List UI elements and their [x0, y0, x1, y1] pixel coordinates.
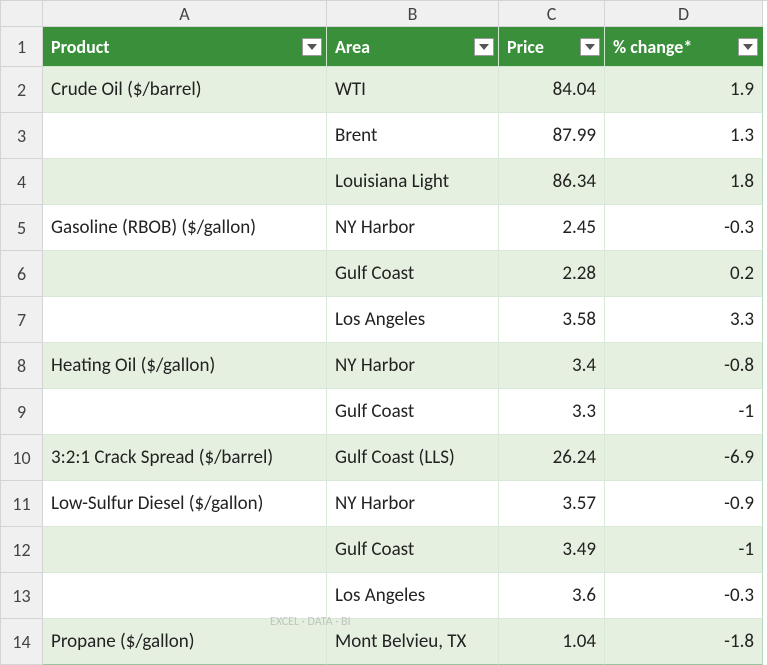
- row-header-3[interactable]: 3: [1, 113, 43, 159]
- row-header-1[interactable]: 1: [1, 27, 43, 67]
- cell-area[interactable]: Brent: [327, 113, 499, 159]
- cell-area[interactable]: Gulf Coast: [327, 527, 499, 573]
- cell-change[interactable]: 1.3: [605, 113, 763, 159]
- filter-dropdown-button[interactable]: [580, 38, 600, 56]
- table-header-product[interactable]: Product: [43, 27, 327, 67]
- cell-price[interactable]: 87.99: [499, 113, 605, 159]
- cell-product[interactable]: [43, 527, 327, 573]
- column-header-B[interactable]: B: [327, 1, 499, 27]
- cell-area[interactable]: NY Harbor: [327, 205, 499, 251]
- row-header-5[interactable]: 5: [1, 205, 43, 251]
- cell-area[interactable]: Louisiana Light: [327, 159, 499, 205]
- cell-product[interactable]: 3:2:1 Crack Spread ($/barrel): [43, 435, 327, 481]
- row-header-2[interactable]: 2: [1, 67, 43, 113]
- cell-change[interactable]: -1: [605, 389, 763, 435]
- cell-product[interactable]: Propane ($/gallon): [43, 619, 327, 665]
- row-header-13[interactable]: 13: [1, 573, 43, 619]
- select-all-corner[interactable]: [1, 1, 43, 27]
- cell-area[interactable]: Gulf Coast (LLS): [327, 435, 499, 481]
- cell-price[interactable]: 3.49: [499, 527, 605, 573]
- cell-change[interactable]: 1.9: [605, 67, 763, 113]
- table-header-label: % change*: [613, 36, 692, 58]
- cell-change[interactable]: -6.9: [605, 435, 763, 481]
- cell-change[interactable]: -0.9: [605, 481, 763, 527]
- cell-product[interactable]: Heating Oil ($/gallon): [43, 343, 327, 389]
- cell-product[interactable]: Gasoline (RBOB) ($/gallon): [43, 205, 327, 251]
- filter-dropdown-button[interactable]: [302, 38, 322, 56]
- cell-area[interactable]: Mont Belvieu, TX: [327, 619, 499, 665]
- table-header-label: Product: [51, 36, 110, 58]
- cell-area[interactable]: Los Angeles: [327, 573, 499, 619]
- cell-area[interactable]: WTI: [327, 67, 499, 113]
- cell-area[interactable]: NY Harbor: [327, 343, 499, 389]
- row-header-6[interactable]: 6: [1, 251, 43, 297]
- cell-area[interactable]: Gulf Coast: [327, 389, 499, 435]
- cell-change[interactable]: 3.3: [605, 297, 763, 343]
- cell-change[interactable]: 0.2: [605, 251, 763, 297]
- cell-product[interactable]: [43, 251, 327, 297]
- row-header-11[interactable]: 11: [1, 481, 43, 527]
- cell-change[interactable]: 1.8: [605, 159, 763, 205]
- cell-price[interactable]: 26.24: [499, 435, 605, 481]
- table-header-label: Area: [335, 36, 370, 58]
- row-header-9[interactable]: 9: [1, 389, 43, 435]
- cell-change[interactable]: -1: [605, 527, 763, 573]
- cell-change[interactable]: -0.3: [605, 573, 763, 619]
- cell-product[interactable]: [43, 573, 327, 619]
- cell-change[interactable]: -1.8: [605, 619, 763, 665]
- cell-area[interactable]: NY Harbor: [327, 481, 499, 527]
- cell-product[interactable]: Crude Oil ($/barrel): [43, 67, 327, 113]
- cell-area[interactable]: Gulf Coast: [327, 251, 499, 297]
- cell-price[interactable]: 3.57: [499, 481, 605, 527]
- cell-product[interactable]: [43, 389, 327, 435]
- cell-price[interactable]: 2.28: [499, 251, 605, 297]
- cell-price[interactable]: 1.04: [499, 619, 605, 665]
- row-header-12[interactable]: 12: [1, 527, 43, 573]
- column-header-D[interactable]: D: [605, 1, 763, 27]
- row-header-10[interactable]: 10: [1, 435, 43, 481]
- row-header-7[interactable]: 7: [1, 297, 43, 343]
- column-header-A[interactable]: A: [43, 1, 327, 27]
- row-header-14[interactable]: 14: [1, 619, 43, 665]
- filter-dropdown-button[interactable]: [738, 38, 758, 56]
- spreadsheet-grid: ABCD 1 Product Area Price % change* 2Crude Oil…: [0, 0, 767, 665]
- cell-price[interactable]: 3.4: [499, 343, 605, 389]
- cell-price[interactable]: 84.04: [499, 67, 605, 113]
- table-header-change[interactable]: % change*: [605, 27, 763, 67]
- table-header-price[interactable]: Price: [499, 27, 605, 67]
- cell-area[interactable]: Los Angeles: [327, 297, 499, 343]
- cell-price[interactable]: 3.3: [499, 389, 605, 435]
- filter-dropdown-button[interactable]: [474, 38, 494, 56]
- cell-product[interactable]: [43, 113, 327, 159]
- cell-product[interactable]: [43, 297, 327, 343]
- cell-change[interactable]: -0.8: [605, 343, 763, 389]
- row-header-4[interactable]: 4: [1, 159, 43, 205]
- cell-price[interactable]: 3.6: [499, 573, 605, 619]
- table-header-area[interactable]: Area: [327, 27, 499, 67]
- cell-price[interactable]: 86.34: [499, 159, 605, 205]
- column-header-C[interactable]: C: [499, 1, 605, 27]
- cell-product[interactable]: [43, 159, 327, 205]
- cell-change[interactable]: -0.3: [605, 205, 763, 251]
- row-header-8[interactable]: 8: [1, 343, 43, 389]
- cell-price[interactable]: 2.45: [499, 205, 605, 251]
- cell-price[interactable]: 3.58: [499, 297, 605, 343]
- cell-product[interactable]: Low-Sulfur Diesel ($/gallon): [43, 481, 327, 527]
- table-header-label: Price: [507, 36, 544, 58]
